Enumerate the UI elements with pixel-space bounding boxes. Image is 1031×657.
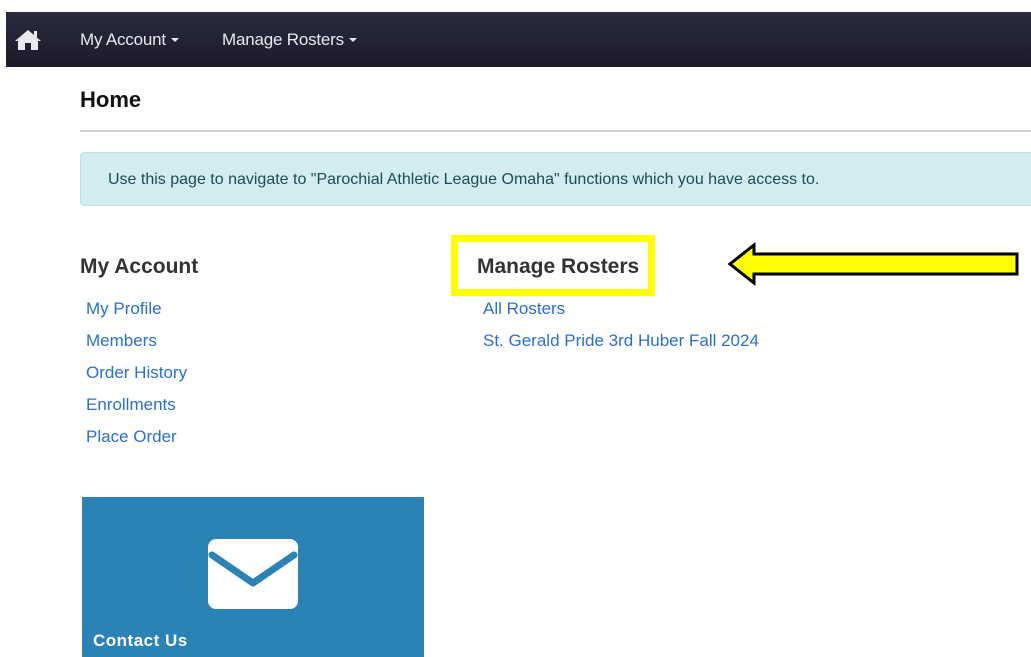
link-place-order[interactable]: Place Order xyxy=(86,427,177,447)
manage-rosters-heading: Manage Rosters xyxy=(477,255,640,278)
contact-us-tile[interactable]: Contact Us xyxy=(82,497,424,657)
caret-down-icon xyxy=(348,38,357,42)
nav-manage-rosters-dropdown[interactable]: Manage Rosters xyxy=(222,30,357,50)
info-alert-text: Use this page to navigate to "Parochial … xyxy=(108,171,820,188)
link-enrollments[interactable]: Enrollments xyxy=(86,395,176,415)
link-all-rosters[interactable]: All Rosters xyxy=(483,299,565,319)
top-strip xyxy=(0,0,1031,12)
link-my-profile[interactable]: My Profile xyxy=(86,299,162,319)
envelope-icon xyxy=(208,539,298,609)
top-navbar: My Account Manage Rosters xyxy=(6,12,1031,67)
title-divider xyxy=(80,130,1031,132)
nav-my-account-dropdown[interactable]: My Account xyxy=(80,30,179,50)
contact-us-label: Contact Us xyxy=(93,631,188,650)
my-account-heading: My Account xyxy=(80,255,199,278)
nav-manage-rosters-label: Manage Rosters xyxy=(222,30,344,49)
nav-my-account-label: My Account xyxy=(80,30,166,49)
info-alert: Use this page to navigate to "Parochial … xyxy=(80,152,1031,206)
left-arrow-icon xyxy=(727,242,1019,286)
link-order-history[interactable]: Order History xyxy=(86,363,187,383)
link-roster-st-gerald[interactable]: St. Gerald Pride 3rd Huber Fall 2024 xyxy=(483,331,759,351)
caret-down-icon xyxy=(170,38,179,42)
home-icon[interactable] xyxy=(14,28,42,52)
page-title: Home xyxy=(80,87,142,112)
link-members[interactable]: Members xyxy=(86,331,157,351)
